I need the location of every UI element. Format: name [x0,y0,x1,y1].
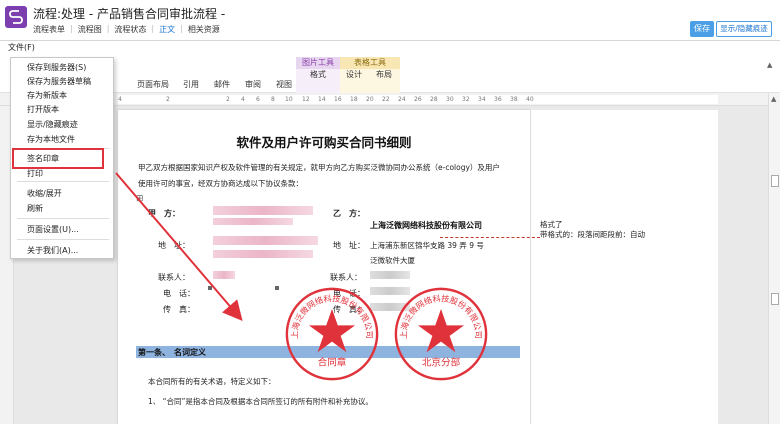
tab-mailings[interactable]: 邮件 [214,79,230,90]
picture-tools-group: 图片工具 格式 [296,57,340,93]
comment-line-1: 格式了 [540,220,563,229]
image-resize-handle[interactable] [208,286,212,290]
tab-page-layout[interactable]: 页面布局 [137,79,169,90]
party-b-label: 乙 方： [333,209,365,218]
picture-tools-caption: 图片工具 [296,57,340,69]
menu-save-local[interactable]: 存为本地文件 [27,134,75,145]
tab-review[interactable]: 审阅 [245,79,261,90]
phone-a-label: 电 话： [163,289,195,298]
table-tools-group: 表格工具 设计 布局 [340,57,400,93]
contract-seal[interactable]: 上海泛微网络科技股份有限公司 合同章 [284,286,380,382]
address-b-label: 地 址： [333,241,365,250]
party-a-value-redacted-2 [213,218,293,225]
address-b-line-1: 上海浦东新区锦华支路 39 弄 9 号 [370,241,484,250]
app-logo-icon [5,6,27,28]
app-header: 流程:处理 - 产品销售合同审批流程 - 流程表单 | 流程图 | 流程状态 | 正文… [0,0,780,41]
image-resize-handle[interactable] [275,286,279,290]
intro-line-1: 甲乙双方根据国家知识产权及软件管理的有关规定，就甲方向乙方购买泛微协同办公系统（… [138,163,500,172]
nav-flowchart[interactable]: 流程图 [78,24,102,35]
seal-center-text: 合同章 [318,357,347,369]
menu-divider [17,181,109,182]
toggle-traces-button[interactable]: 显示/隐藏痕迹 [716,21,772,37]
document-canvas[interactable]: 软件及用户许可购买合同书细则 甲乙双方根据国家知识产权及软件管理的有关规定，就甲… [14,106,768,424]
intro-line-2: 使用许可的事宜，经双方协商达成以下协议条款： [138,179,303,188]
nav-body[interactable]: 正文 [159,24,175,35]
tab-view[interactable]: 视图 [276,79,292,90]
format-comment[interactable]: 格式了 带格式的：段落间距段前：自动 [540,220,645,240]
address-a-redacted [213,236,318,245]
comment-margin [530,110,718,424]
definition-item-1: 1、 “合同”是指本合同及根据本合同所签订的所有附件和补充协议。 [148,397,373,406]
scroll-up-icon[interactable]: ▲ [771,95,776,103]
table-move-icon[interactable]: ⊞ [136,194,144,204]
contact-a-redacted [213,271,235,279]
scrollbar-thumb[interactable] [771,175,779,187]
ribbon: 页面布局 引用 邮件 审阅 视图 图片工具 格式 表格工具 设计 布局 ▲ [0,55,780,93]
menu-save-to-server[interactable]: 保存到服务器(S) [27,62,86,73]
scrollbar-thumb-secondary[interactable] [771,293,779,305]
tab-picture-format[interactable]: 格式 [310,69,326,80]
address-a-label: 地 址： [158,241,190,250]
party-b-company: 上海泛微网络科技股份有限公司 [370,221,482,230]
page-title: 流程:处理 - 产品销售合同审批流程 - [33,7,226,21]
header-nav: 流程表单 | 流程图 | 流程状态 | 正文 | 相关资源 [33,24,220,35]
party-a-label: 甲 方： [148,209,180,218]
menu-refresh[interactable]: 刷新 [27,203,43,214]
menu-page-setup[interactable]: 页面设置(U)... [27,224,79,235]
tab-references[interactable]: 引用 [183,79,199,90]
menu-divider [17,239,109,240]
tab-table-layout[interactable]: 布局 [376,69,392,80]
contact-a-label: 联系人： [158,273,190,282]
menu-divider [17,218,109,219]
document-page[interactable]: 软件及用户许可购买合同书细则 甲乙双方根据国家知识产权及软件管理的有关规定，就甲… [118,110,530,424]
vertical-scrollbar[interactable]: ▲ [768,93,780,424]
contact-b-redacted [370,271,410,279]
party-a-value-redacted [213,206,313,215]
branch-seal[interactable]: 上海泛微网络科技股份有限公司 北京分部 [393,286,489,382]
signature-seal-highlight [12,148,104,169]
fax-a-label: 传 真： [163,305,195,314]
address-a-redacted-2 [213,250,313,258]
nav-resources[interactable]: 相关资源 [188,24,220,35]
menu-save-server-draft[interactable]: 保存为服务器草稿 [27,76,91,87]
save-button[interactable]: 保存 [690,21,714,37]
menu-save-new-version[interactable]: 存为新版本 [27,90,67,101]
section-heading: 第一条、 名词定义 [138,348,206,357]
ribbon-collapse-icon[interactable]: ▲ [767,61,772,69]
menu-open-version[interactable]: 打开版本 [27,104,59,115]
document-title: 软件及用户许可购买合同书细则 [236,135,412,150]
contact-b-label: 联系人： [330,273,362,282]
nav-form[interactable]: 流程表单 [33,24,65,35]
menu-about[interactable]: 关于我们(A)... [27,245,78,256]
menu-toggle-traces[interactable]: 显示/隐藏痕迹 [27,119,78,130]
horizontal-ruler: 4 2 2 4 6 8 10 12 14 16 18 20 22 24 26 2… [0,93,770,106]
menu-print[interactable]: 打印 [27,168,43,179]
menu-collapse-expand[interactable]: 收缩/展开 [27,188,62,199]
file-menu-button[interactable]: 文件(F) [8,42,35,53]
file-bar: 文件(F) [0,41,780,55]
table-tools-caption: 表格工具 [340,57,400,69]
address-b-line-2: 泛微软件大厦 [370,256,415,265]
nav-status[interactable]: 流程状态 [114,24,146,35]
file-dropdown-menu: 保存到服务器(S) 保存为服务器草稿 存为新版本 打开版本 显示/隐藏痕迹 存为… [10,57,114,259]
tab-table-design[interactable]: 设计 [346,69,362,80]
comment-line-2: 带格式的：段落间距段前：自动 [540,230,645,239]
comment-connector [440,237,540,238]
definition-intro: 本合同所有的有关术语，特定义如下： [148,377,276,386]
seal-center-text: 北京分部 [422,357,461,369]
